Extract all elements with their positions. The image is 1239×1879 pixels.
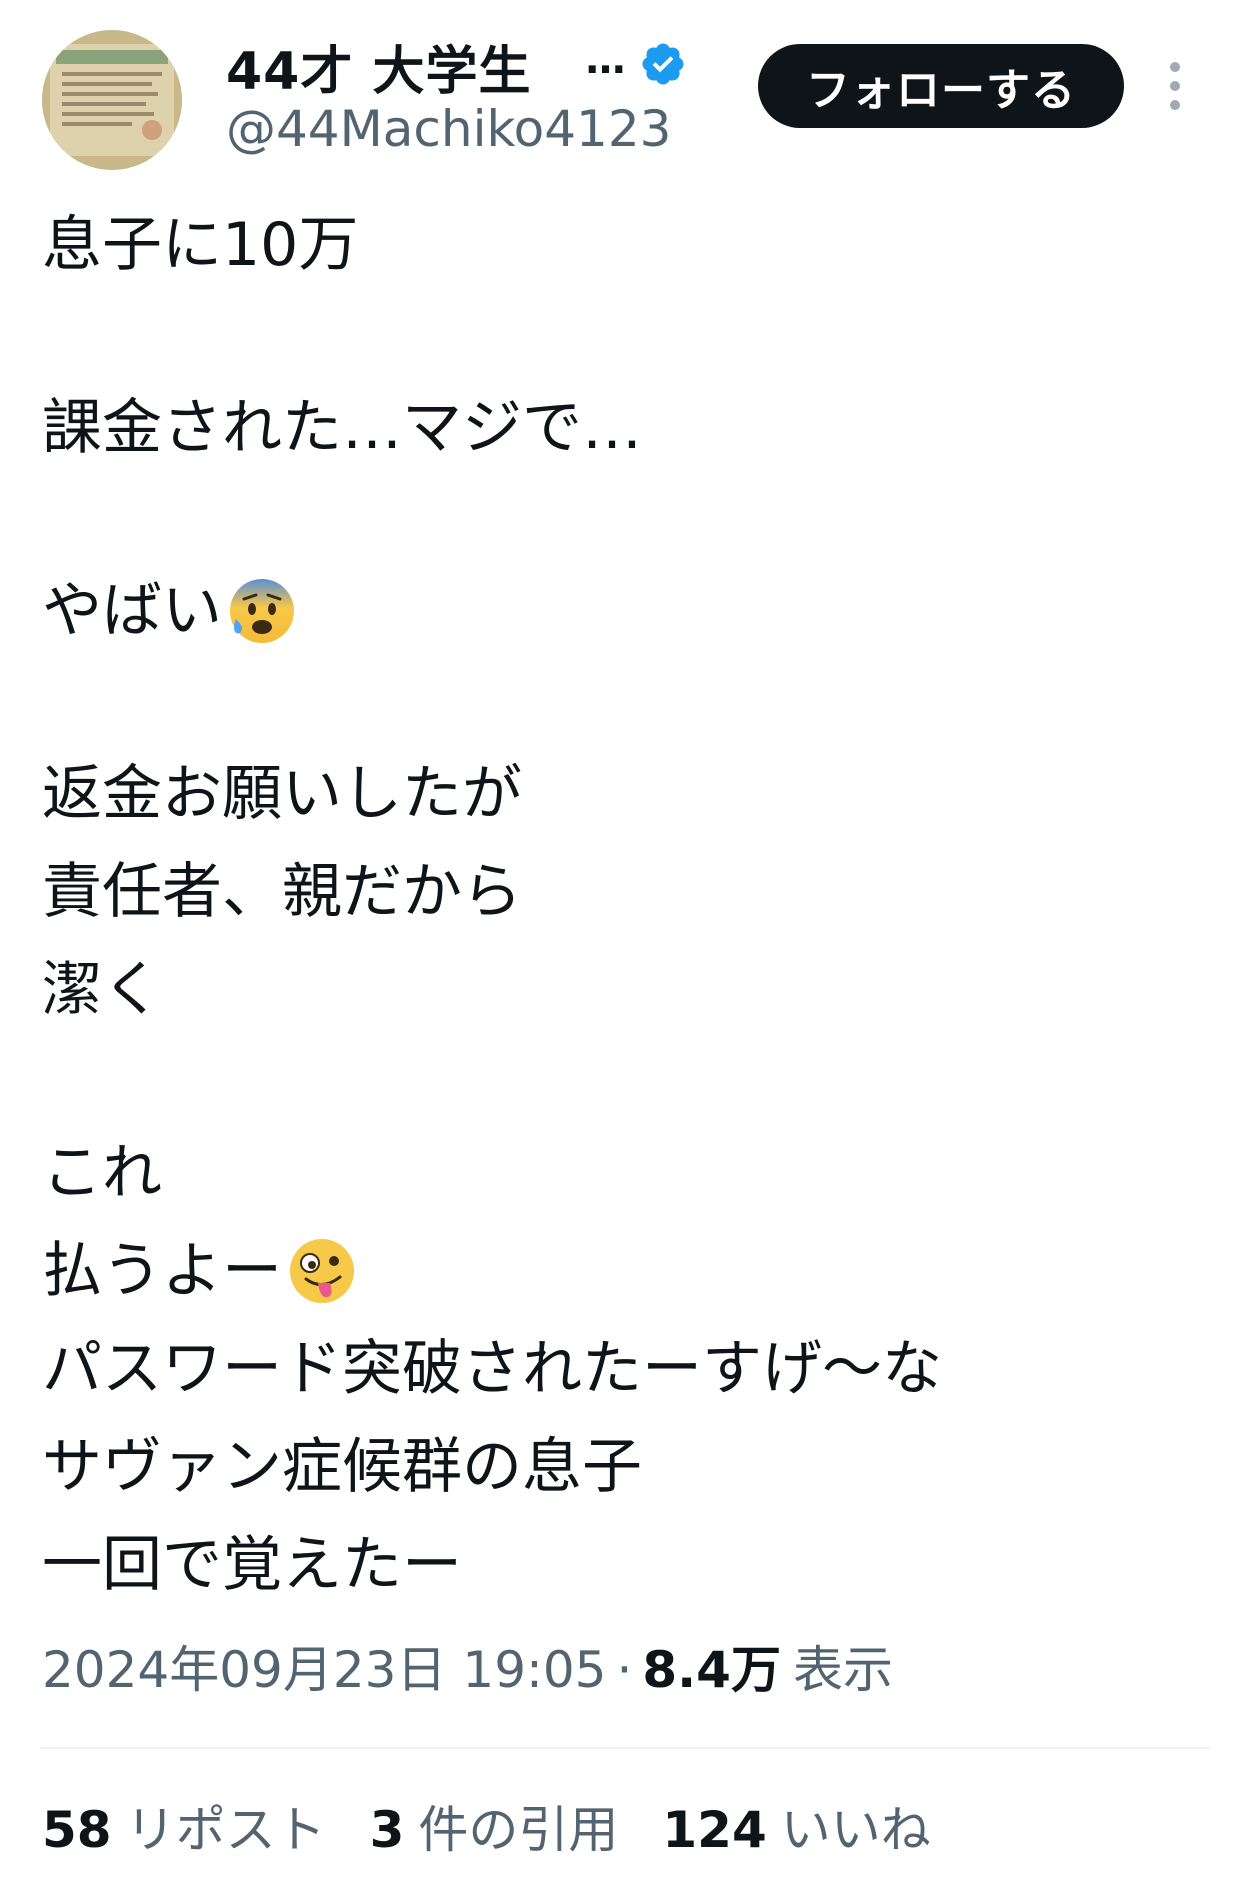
tweet-line: これ (42, 1138, 162, 1208)
display-name[interactable]: 44才 大学生 (226, 29, 531, 104)
tweet-line: 一回で覚えたー (42, 1530, 462, 1600)
name-ellipsis: … (585, 37, 626, 83)
tweet-line-text: 払うよー (42, 1236, 282, 1306)
tweet-line-with-emoji: 払うよー (42, 1222, 1192, 1320)
tweet-line: 返金お願いしたが (42, 759, 522, 829)
reposts-label: リポスト (125, 1801, 326, 1859)
divider (40, 1747, 1210, 1749)
tweet-line: 息子に10万 (42, 210, 359, 280)
avatar[interactable] (42, 30, 182, 170)
tweet-line-with-emoji: やばい (42, 562, 1192, 660)
quotes-label: 件の引用 (418, 1801, 619, 1859)
avatar-image (42, 30, 182, 170)
follow-button[interactable]: フォローする (758, 44, 1124, 128)
tweet-header: 44才 大学生 … @44Machiko4123 フォローする (0, 0, 1239, 190)
reposts-count: 58 (42, 1801, 112, 1859)
tweet-line: サヴァン症候群の息子 (42, 1432, 642, 1502)
tweet-line: 責任者、親だから (42, 857, 522, 927)
likes-label: いいね (780, 1801, 931, 1859)
quotes-stat[interactable]: 3 件の引用 (370, 1790, 619, 1862)
tweet-text: 息子に10万 課金された…マジで… やばい 返金お願いしたが 責任者、親だから … (42, 196, 1192, 1614)
reposts-stat[interactable]: 58 リポスト (42, 1790, 326, 1862)
zany-face-icon (286, 1235, 358, 1307)
user-handle[interactable]: @44Machiko4123 (226, 100, 671, 158)
vertical-ellipsis-icon[interactable] (1160, 58, 1190, 114)
timestamp[interactable]: 2024年09月23日 19:05 (42, 1630, 606, 1702)
quotes-count: 3 (369, 1801, 405, 1859)
engagement-stats: 58 リポスト 3 件の引用 124 いいね (42, 1790, 975, 1862)
likes-stat[interactable]: 124 いいね (662, 1790, 930, 1862)
tweet-line: 課金された…マジで… (42, 393, 642, 463)
verified-badge-icon (639, 40, 687, 88)
views-count: 8.4万 (642, 1641, 781, 1699)
tweet-line: 潔く (42, 955, 162, 1025)
views-label: 表示 (792, 1641, 893, 1699)
name-row: 44才 大学生 … (226, 34, 687, 102)
tweet-meta: 2024年09月23日 19:05 · 8.4万 表示 (42, 1630, 893, 1702)
likes-count: 124 (662, 1801, 767, 1859)
anxious-face-with-sweat-icon (226, 575, 298, 647)
tweet-line-text: やばい (42, 576, 222, 646)
tweet-line: パスワード突破されたーすげ〜な (42, 1334, 942, 1404)
meta-separator: · (616, 1641, 633, 1699)
